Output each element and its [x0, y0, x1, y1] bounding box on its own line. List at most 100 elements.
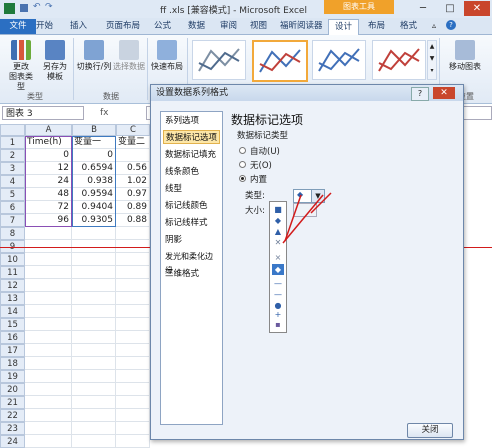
- cell-c2[interactable]: [116, 149, 150, 162]
- cell-a13[interactable]: [25, 292, 72, 305]
- quick-access-save-icon[interactable]: [20, 4, 28, 12]
- tab-review[interactable]: 审阅: [214, 19, 243, 34]
- cell-b23[interactable]: [72, 422, 116, 435]
- maximize-button[interactable]: □: [437, 1, 463, 16]
- cell-a23[interactable]: [25, 422, 72, 435]
- tab-insert[interactable]: 插入: [64, 19, 93, 34]
- cell-c11[interactable]: [116, 266, 150, 279]
- save-as-template-button[interactable]: 另存为 模板: [40, 38, 70, 82]
- cell-b21[interactable]: [72, 396, 116, 409]
- chart-styles-scroll[interactable]: ▲ ▼ ▾: [427, 40, 437, 80]
- dialog-close-button[interactable]: 关闭: [407, 423, 453, 438]
- cell-b24[interactable]: [72, 435, 116, 448]
- move-chart-button[interactable]: 移动图表: [442, 38, 488, 72]
- minimize-button[interactable]: ─: [410, 1, 436, 16]
- row-header[interactable]: 11: [0, 266, 25, 279]
- cell-c5[interactable]: 0.97: [116, 188, 150, 201]
- cell-a10[interactable]: [25, 253, 72, 266]
- column-header-b[interactable]: B: [72, 124, 116, 136]
- chart-style-1[interactable]: [192, 40, 246, 80]
- cell-c14[interactable]: [116, 305, 150, 318]
- cell-c22[interactable]: [116, 409, 150, 422]
- cell-b17[interactable]: [72, 344, 116, 357]
- row-header[interactable]: 24: [0, 435, 25, 448]
- cell-c10[interactable]: [116, 253, 150, 266]
- cell-c21[interactable]: [116, 396, 150, 409]
- select-data-button[interactable]: 选择数据: [112, 38, 146, 72]
- marker-option-picture[interactable]: ▪: [272, 319, 284, 330]
- cell-c19[interactable]: [116, 370, 150, 383]
- chart-style-2-selected[interactable]: [252, 40, 308, 82]
- ribbon-minimize-icon[interactable]: ▵: [432, 21, 436, 30]
- row-header[interactable]: 23: [0, 422, 25, 435]
- cell-a20[interactable]: [25, 383, 72, 396]
- row-header[interactable]: 4: [0, 175, 25, 188]
- cell-b15[interactable]: [72, 318, 116, 331]
- cell-c3[interactable]: 0.56: [116, 162, 150, 175]
- cell-c24[interactable]: [116, 435, 150, 448]
- row-header[interactable]: 10: [0, 253, 25, 266]
- tab-page-layout[interactable]: 页面布局: [100, 19, 146, 34]
- cell-b19[interactable]: [72, 370, 116, 383]
- cell-a21[interactable]: [25, 396, 72, 409]
- cell-b14[interactable]: [72, 305, 116, 318]
- cell-b22[interactable]: [72, 409, 116, 422]
- cell-a22[interactable]: [25, 409, 72, 422]
- row-header[interactable]: 2: [0, 149, 25, 162]
- cell-c7[interactable]: 0.88: [116, 214, 150, 227]
- cell-c13[interactable]: [116, 292, 150, 305]
- cell-a8[interactable]: [25, 227, 72, 240]
- cell-c4[interactable]: 1.02: [116, 175, 150, 188]
- tab-chart-layout[interactable]: 布局: [362, 19, 391, 34]
- row-header[interactable]: 14: [0, 305, 25, 318]
- row-header[interactable]: 8: [0, 227, 25, 240]
- row-header[interactable]: 18: [0, 357, 25, 370]
- tab-data[interactable]: 数据: [182, 19, 211, 34]
- cell-c23[interactable]: [116, 422, 150, 435]
- cell-a11[interactable]: [25, 266, 72, 279]
- column-header-c[interactable]: C: [116, 124, 150, 136]
- row-header[interactable]: 13: [0, 292, 25, 305]
- tab-home[interactable]: 开始: [30, 19, 59, 34]
- select-all-corner[interactable]: [0, 124, 25, 136]
- row-header[interactable]: 15: [0, 318, 25, 331]
- tab-formulas[interactable]: 公式: [148, 19, 177, 34]
- cell-a15[interactable]: [25, 318, 72, 331]
- cell-b16[interactable]: [72, 331, 116, 344]
- cell-c16[interactable]: [116, 331, 150, 344]
- cell-c17[interactable]: [116, 344, 150, 357]
- cell-a16[interactable]: [25, 331, 72, 344]
- cell-b10[interactable]: [72, 253, 116, 266]
- row-header[interactable]: 6: [0, 201, 25, 214]
- cell-a17[interactable]: [25, 344, 72, 357]
- excel-app-icon[interactable]: [4, 3, 15, 14]
- row-header[interactable]: 19: [0, 370, 25, 383]
- row-header[interactable]: 17: [0, 344, 25, 357]
- cell-b20[interactable]: [72, 383, 116, 396]
- cell-a24[interactable]: [25, 435, 72, 448]
- cell-a14[interactable]: [25, 305, 72, 318]
- row-header[interactable]: 7: [0, 214, 25, 227]
- help-icon[interactable]: ?: [446, 20, 456, 30]
- chart-style-4[interactable]: [372, 40, 426, 80]
- quick-access-redo-icon[interactable]: ↷: [45, 2, 53, 12]
- cell-c6[interactable]: 0.89: [116, 201, 150, 214]
- close-window-button[interactable]: ✕: [464, 1, 490, 16]
- cell-c1[interactable]: 变量二: [116, 136, 150, 149]
- cell-b18[interactable]: [72, 357, 116, 370]
- cell-b12[interactable]: [72, 279, 116, 292]
- tab-format[interactable]: 格式: [394, 19, 423, 34]
- row-header[interactable]: 3: [0, 162, 25, 175]
- row-header[interactable]: 20: [0, 383, 25, 396]
- cell-b13[interactable]: [72, 292, 116, 305]
- row-header[interactable]: 16: [0, 331, 25, 344]
- tab-design[interactable]: 设计: [328, 19, 360, 35]
- cell-a12[interactable]: [25, 279, 72, 292]
- cell-c8[interactable]: [116, 227, 150, 240]
- row-header[interactable]: 12: [0, 279, 25, 292]
- chart-style-3[interactable]: [312, 40, 366, 80]
- change-chart-type-button[interactable]: 更改 图表类型: [6, 38, 36, 92]
- row-header[interactable]: 1: [0, 136, 25, 149]
- column-header-a[interactable]: A: [25, 124, 72, 136]
- row-header[interactable]: 22: [0, 409, 25, 422]
